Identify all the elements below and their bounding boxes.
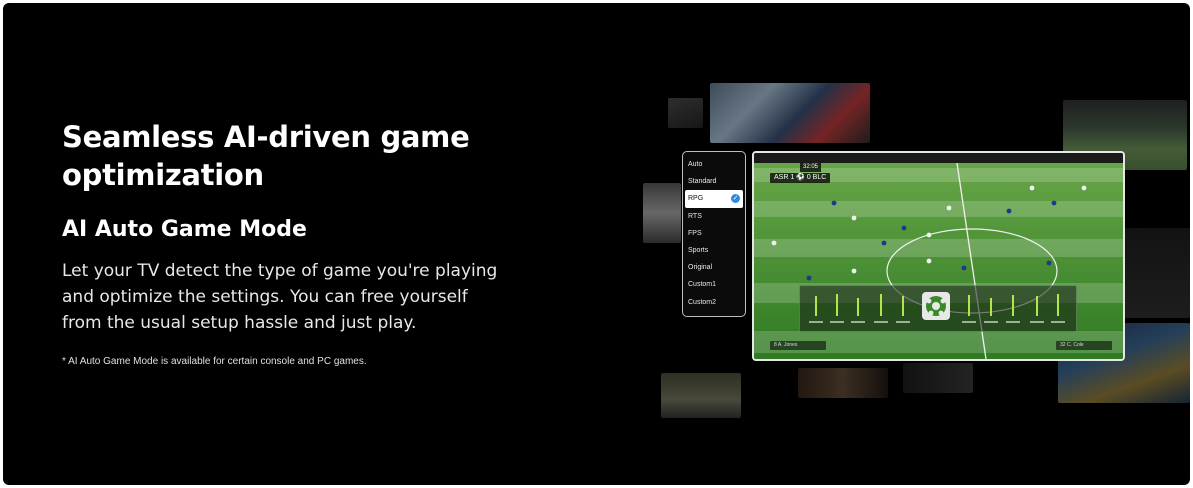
game-mode-item-rts[interactable]: RTS xyxy=(683,208,745,225)
game-mode-item-label: Auto xyxy=(688,161,703,168)
city-game-thumbnail xyxy=(668,98,703,128)
game-mode-item-label: Custom2 xyxy=(688,298,717,306)
racing-track-thumbnail xyxy=(661,373,741,418)
car-game-thumbnail xyxy=(643,183,681,243)
game-mode-item-standard[interactable]: Standard xyxy=(683,173,745,190)
game-mode-menu: Auto Standard RPG ✓ RTS FPS Sports Original Cust… xyxy=(682,151,746,317)
game-collage: Auto Standard RPG ✓ RTS FPS Sports Original Cust… xyxy=(643,63,1190,433)
character-game-thumbnail xyxy=(798,368,888,398)
hero-footnote: * AI Auto Game Mode is available for cer… xyxy=(62,356,367,367)
game-mode-item-sports[interactable]: Sports xyxy=(683,242,745,259)
hero-subtitle: AI Auto Game Mode xyxy=(62,217,307,242)
game-mode-item-rpg[interactable]: RPG ✓ xyxy=(685,190,743,208)
game-clock: 32:05 xyxy=(800,163,822,172)
game-mode-item-custom1[interactable]: Custom1 xyxy=(683,276,745,293)
soccer-game-screen: 32:05 ASR 1 ⚽ 0 BLC 8 A. Jones 32 C. Col… xyxy=(752,151,1125,361)
hero-description-line1: Let your TV detect the type of game you'… xyxy=(62,261,498,281)
game-mode-item-label: RPG xyxy=(688,195,704,203)
hero-description-line2: and optimize the settings. You can free … xyxy=(62,287,468,307)
game-mode-item-label: FPS xyxy=(688,229,702,237)
hero-title-line1: Seamless AI-driven game xyxy=(62,120,470,154)
game-mode-item-auto[interactable]: Auto xyxy=(683,156,745,173)
scoreboard: ASR 1 ⚽ 0 BLC xyxy=(770,173,831,183)
player-info-left: 8 A. Jones xyxy=(770,341,826,350)
settings-sliders xyxy=(809,292,1065,323)
game-mode-item-label: Sports xyxy=(688,246,709,254)
game-mode-item-custom2[interactable]: Custom2 xyxy=(683,294,745,311)
hero-title-line2: optimization xyxy=(62,158,264,192)
hero-description: Let your TV detect the type of game you'… xyxy=(62,258,542,336)
hero-title: Seamless AI-driven game optimization xyxy=(62,118,622,194)
racing-game-thumbnail xyxy=(710,83,870,143)
hero-description-line3: from the usual setup hassle and just pla… xyxy=(62,313,417,333)
game-mode-item-label: Standard xyxy=(688,178,717,186)
game-mode-item-label: RTS xyxy=(688,212,702,220)
check-icon: ✓ xyxy=(731,194,740,204)
hero-banner: Seamless AI-driven game optimization AI … xyxy=(3,3,1190,485)
game-mode-item-fps[interactable]: FPS xyxy=(683,225,745,242)
game-mode-item-original[interactable]: Original xyxy=(683,259,745,276)
picture-settings-panel xyxy=(799,285,1077,332)
dark-game-thumbnail xyxy=(1123,228,1190,318)
hero-copy: Seamless AI-driven game optimization AI … xyxy=(62,118,622,367)
soccer-ball-icon xyxy=(926,296,946,316)
strategy-game-thumbnail xyxy=(903,363,973,393)
game-mode-item-label: Custom1 xyxy=(688,281,717,289)
player-info-right: 32 C. Cole xyxy=(1056,341,1112,350)
game-mode-item-label: Original xyxy=(688,264,713,272)
